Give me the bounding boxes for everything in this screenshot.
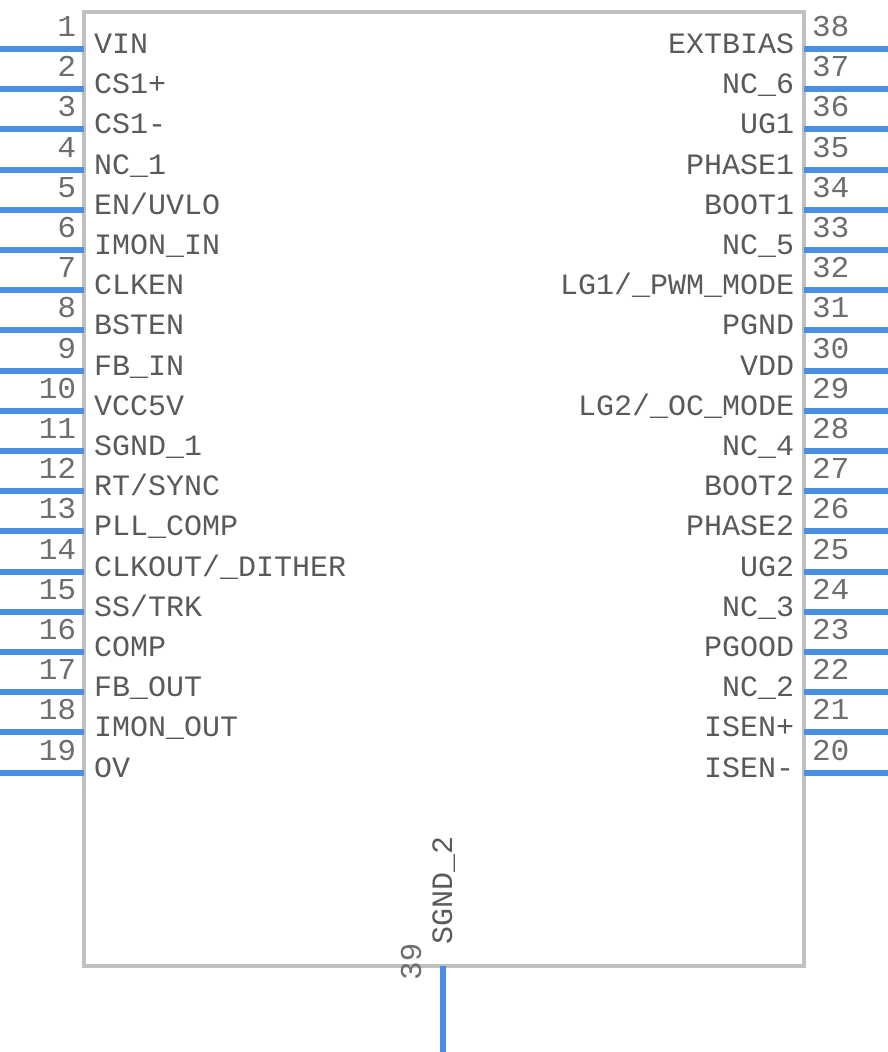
pin-number: 7 <box>57 252 76 288</box>
pin-number: 26 <box>812 493 850 529</box>
pin-label: NC_3 <box>721 591 794 626</box>
pin-label: NC_4 <box>721 431 794 465</box>
pin-number: 5 <box>57 171 76 207</box>
pin-number: 16 <box>38 614 76 649</box>
pin-number: 13 <box>38 493 76 529</box>
pin-label: LG1/_PWM_MODE <box>559 270 794 305</box>
pin-number: 20 <box>812 734 850 770</box>
schematic-symbol-canvas: 1 VIN 2 CS1+ 3 CS1- 4 NC_1 5 EN/UVLO 6 IMON_IN 7 CLKE… <box>0 0 888 1052</box>
pin-label: VCC5V <box>94 390 185 425</box>
pin-number: 10 <box>38 372 76 408</box>
pin-number: 12 <box>38 453 76 489</box>
pin-label: IMON_OUT <box>94 712 239 747</box>
pin-label: CLKOUT/_DITHER <box>94 551 347 586</box>
pin-number: 38 <box>812 11 850 46</box>
pin-number: 27 <box>812 453 850 489</box>
pin-label: PLL_COMP <box>94 511 239 546</box>
pin-wire[interactable] <box>804 769 888 776</box>
pin-label: OV <box>94 752 131 787</box>
pin-number: 33 <box>812 212 850 247</box>
pin-number: 4 <box>57 131 76 167</box>
pin-number: 37 <box>812 51 850 87</box>
pin-number: 3 <box>57 91 76 127</box>
pin-number: 29 <box>812 372 850 408</box>
pin-label: PHASE1 <box>685 149 794 184</box>
pin-number: 17 <box>38 654 76 690</box>
pin-label: CS1+ <box>94 69 167 104</box>
pin-number: 31 <box>812 292 850 328</box>
pin-number: 28 <box>812 413 850 448</box>
pin-label: UG1 <box>739 109 794 144</box>
pin-number: 14 <box>38 533 76 569</box>
pin-label: FB_OUT <box>94 672 203 707</box>
pin-label: CLKEN <box>94 270 185 305</box>
pin-number: 19 <box>38 734 76 770</box>
pin-label: PGND <box>721 310 794 345</box>
pin-label: NC_5 <box>721 230 794 264</box>
pin-label: CS1- <box>94 109 167 144</box>
pin-number: 35 <box>812 131 850 167</box>
pin-label: PGOOD <box>703 632 794 666</box>
pin-label: BOOT1 <box>703 189 794 224</box>
pin-number: 39 <box>396 942 431 980</box>
pin-wire[interactable] <box>440 966 446 1052</box>
pin-label: EXTBIAS <box>667 29 794 63</box>
pin-number: 32 <box>812 252 850 288</box>
pin-number: 23 <box>812 614 850 649</box>
pin-number: 21 <box>812 694 850 730</box>
pin-number: 6 <box>57 212 76 247</box>
pin-label: NC_1 <box>94 149 167 184</box>
pin-number: 9 <box>57 332 76 368</box>
pin-number: 15 <box>38 573 76 609</box>
pin-label: VDD <box>739 350 794 385</box>
pin-number: 22 <box>812 654 850 690</box>
pin-number: 18 <box>38 694 76 730</box>
pin-label: BSTEN <box>94 310 185 345</box>
pin-label: IMON_IN <box>94 230 221 264</box>
pin-label: SGND_2 <box>428 835 462 944</box>
pin-label: VIN <box>94 29 149 63</box>
pin-number: 1 <box>57 11 76 46</box>
pin-label: NC_6 <box>721 69 794 104</box>
pin-number: 25 <box>812 533 850 569</box>
pin-label: BOOT2 <box>703 471 794 506</box>
pin-number: 11 <box>38 413 76 448</box>
pin-label: PHASE2 <box>685 511 794 546</box>
pin-number: 2 <box>57 51 76 87</box>
pin-number: 36 <box>812 91 850 127</box>
pin-label: SGND_1 <box>94 431 203 465</box>
pin-label: NC_2 <box>721 672 794 707</box>
pin-wire[interactable] <box>0 769 84 776</box>
pin-number: 8 <box>57 292 76 328</box>
pin-label: ISEN+ <box>703 712 794 747</box>
pin-number: 34 <box>812 171 850 207</box>
pin-label: UG2 <box>739 551 794 586</box>
pin-number: 24 <box>812 573 850 609</box>
pin-number: 30 <box>812 332 850 368</box>
pin-label: LG2/_OC_MODE <box>577 390 794 425</box>
pin-label: SS/TRK <box>94 591 203 626</box>
pin-label: RT/SYNC <box>94 471 221 506</box>
pin-label: COMP <box>94 632 167 666</box>
pin-label: EN/UVLO <box>94 189 221 224</box>
pin-label: FB_IN <box>94 350 185 385</box>
pin-label: ISEN- <box>703 752 794 787</box>
